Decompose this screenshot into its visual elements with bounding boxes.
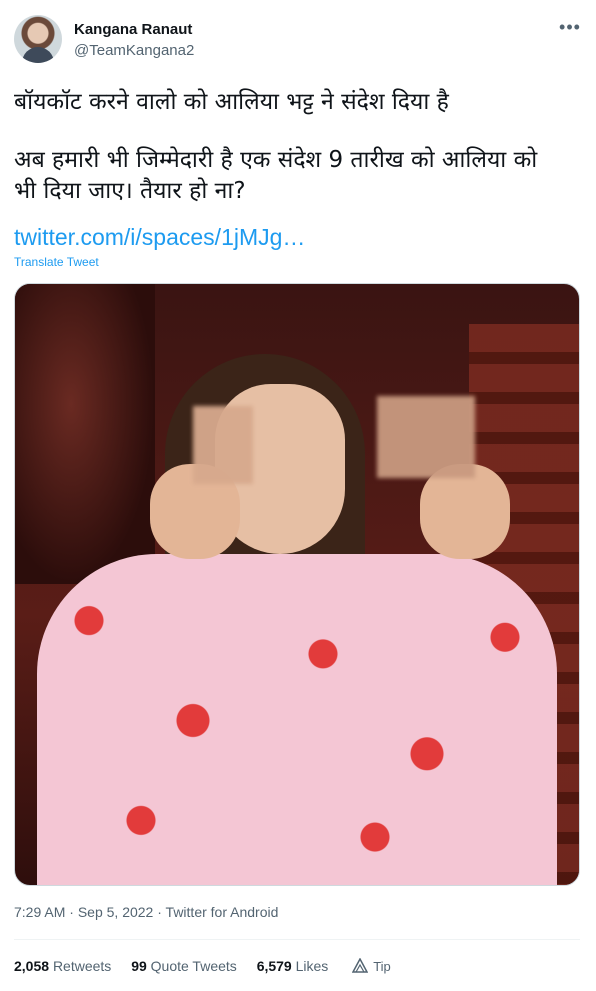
tweet-source[interactable]: Twitter for Android [166,904,279,920]
media-floral-top [37,554,557,885]
quote-tweets-stat[interactable]: 99 Quote Tweets [131,958,237,974]
tweet-time[interactable]: 7:29 AM [14,904,65,920]
retweets-count: 2,058 [14,958,50,974]
tweet-link[interactable]: twitter.com/i/spaces/1jMJg… [14,224,305,251]
avatar-figure [22,47,54,63]
meta-separator: · [153,904,166,920]
tip-label: Tip [373,959,391,974]
divider [14,939,580,940]
retweets-stat[interactable]: 2,058 Retweets [14,958,111,974]
quote-tweets-count: 99 [131,958,147,974]
translate-tweet-button[interactable]: Translate Tweet [14,255,99,269]
media-background-left [15,284,155,584]
likes-stat[interactable]: 6,579 Likes [257,958,329,974]
tip-icon [351,957,369,973]
tweet-text-line-2: अब हमारी भी जिम्मेदारी है एक संदेश 9 तार… [14,147,538,173]
media-right-hand [420,464,510,559]
media-blur-right [377,396,475,478]
retweets-label: Retweets [52,958,112,974]
quote-tweets-label: Quote Tweets [150,958,237,974]
tweet-meta: 7:29 AM · Sep 5, 2022 · Twitter for Andr… [14,904,278,920]
likes-label: Likes [295,958,329,974]
likes-count: 6,579 [256,958,292,974]
avatar[interactable] [14,15,62,63]
media-blur-left [193,406,253,484]
author-display-name[interactable]: Kangana Ranaut [74,21,192,38]
meta-separator: · [65,904,78,920]
tip-button[interactable]: Tip [351,957,391,974]
tweet-date[interactable]: Sep 5, 2022 [78,904,154,920]
more-dots-icon[interactable]: ••• [558,18,582,38]
tweet-text-line-1: बॉयकॉट करने वालो को आलिया भट्ट ने संदेश … [14,89,449,115]
tweet-media-image[interactable] [14,283,580,886]
tweet-card: Kangana Ranaut @TeamKangana2 ••• बॉयकॉट … [0,0,596,991]
author-handle[interactable]: @TeamKangana2 [74,42,194,59]
tweet-stats: 2,058 Retweets 99 Quote Tweets 6,579 Lik… [14,957,391,974]
tweet-text-line-3: भी दिया जाए। तैयार हो ना? [14,178,246,204]
